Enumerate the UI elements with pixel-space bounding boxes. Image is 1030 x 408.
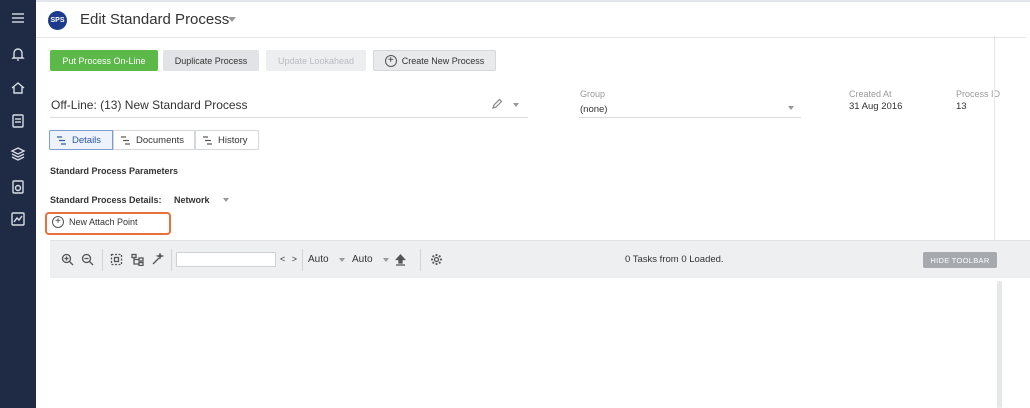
page-header: SPS Edit Standard Process	[36, 2, 1026, 38]
tab-history-label: History	[218, 134, 248, 146]
sidebar	[0, 0, 36, 408]
group-dropdown-icon[interactable]	[788, 106, 794, 110]
title-dropdown-icon[interactable]	[228, 17, 236, 22]
put-online-button[interactable]: Put Process On-Line	[50, 50, 158, 71]
zoom-out-icon[interactable]	[80, 252, 94, 266]
created-at-label: Created At	[849, 89, 892, 99]
tab-details[interactable]: Details	[49, 130, 113, 150]
name-underline	[50, 117, 528, 118]
details-dropdown-icon[interactable]	[223, 198, 229, 202]
plus-circle-icon: +	[384, 54, 397, 67]
list-icon	[203, 135, 212, 145]
scale-select-1[interactable]: Auto	[308, 254, 329, 265]
created-at-value: 31 Aug 2016	[849, 101, 903, 112]
toolbar-separator	[420, 249, 421, 271]
list-icon	[121, 135, 130, 145]
sps-logo: SPS	[48, 11, 67, 30]
layers-icon[interactable]	[0, 142, 36, 166]
tasks-status: 0 Tasks from 0 Loaded.	[625, 254, 724, 265]
hide-toolbar-button[interactable]: HIDE TOOLBAR	[923, 252, 997, 268]
toolbar-separator	[171, 249, 172, 271]
tab-details-label: Details	[72, 134, 102, 146]
process-id-value: 13	[956, 101, 967, 112]
group-select[interactable]: (none)	[580, 104, 607, 115]
toolbar-separator	[302, 249, 303, 271]
home-icon[interactable]	[0, 76, 36, 100]
document-icon[interactable]	[0, 109, 36, 133]
menu-icon[interactable]	[0, 6, 36, 30]
details-label: Standard Process Details:	[50, 195, 162, 205]
vertical-scrollbar[interactable]	[997, 281, 1002, 408]
scale-dropdown-icon[interactable]	[383, 258, 389, 262]
main-content: SPS Edit Standard Process Put Process On…	[36, 0, 1030, 408]
search-nav-arrows[interactable]: < >	[280, 254, 299, 264]
scale-dropdown-icon[interactable]	[339, 258, 345, 262]
upload-icon[interactable]	[393, 252, 407, 266]
zoom-in-icon[interactable]	[60, 252, 74, 266]
process-name: Off-Line: (13) New Standard Process	[51, 98, 248, 112]
create-new-process-button[interactable]: + Create New Process	[373, 50, 496, 71]
gantt-toolbar: < > Auto Auto 0 Tasks from 0 Loaded. HID…	[50, 240, 1030, 278]
plus-circle-icon: +	[52, 216, 64, 228]
new-attach-point-label: New Attach Point	[69, 217, 138, 227]
scale-select-2[interactable]: Auto	[352, 254, 373, 265]
chart-icon[interactable]	[0, 207, 36, 231]
name-dropdown-icon[interactable]	[513, 103, 519, 107]
new-attach-point-button[interactable]: + New Attach Point	[52, 216, 138, 228]
gear-icon[interactable]	[429, 252, 443, 266]
tab-documents-label: Documents	[136, 134, 185, 146]
update-lookahead-button: Update Lookahead	[266, 50, 366, 71]
duplicate-button[interactable]: Duplicate Process	[163, 50, 259, 71]
bell-icon[interactable]	[0, 42, 36, 66]
group-label: Group	[580, 89, 606, 99]
tab-history[interactable]: History	[195, 130, 259, 150]
report-icon[interactable]	[0, 175, 36, 199]
tab-documents[interactable]: Documents	[113, 130, 195, 150]
gantt-grid-area[interactable]	[50, 278, 1030, 408]
section-title: Standard Process Parameters	[50, 166, 179, 176]
page-title: Edit Standard Process	[80, 11, 230, 28]
group-underline	[579, 117, 801, 118]
magic-wand-icon[interactable]	[150, 252, 164, 266]
create-new-label: Create New Process	[401, 55, 485, 66]
toolbar-separator	[102, 249, 103, 271]
pencil-icon[interactable]	[491, 98, 503, 110]
details-type-select[interactable]: Network	[174, 195, 210, 205]
fit-to-screen-icon[interactable]	[109, 252, 123, 266]
task-search-input[interactable]	[176, 252, 276, 267]
hierarchy-icon[interactable]	[130, 252, 144, 266]
list-icon	[57, 135, 66, 145]
